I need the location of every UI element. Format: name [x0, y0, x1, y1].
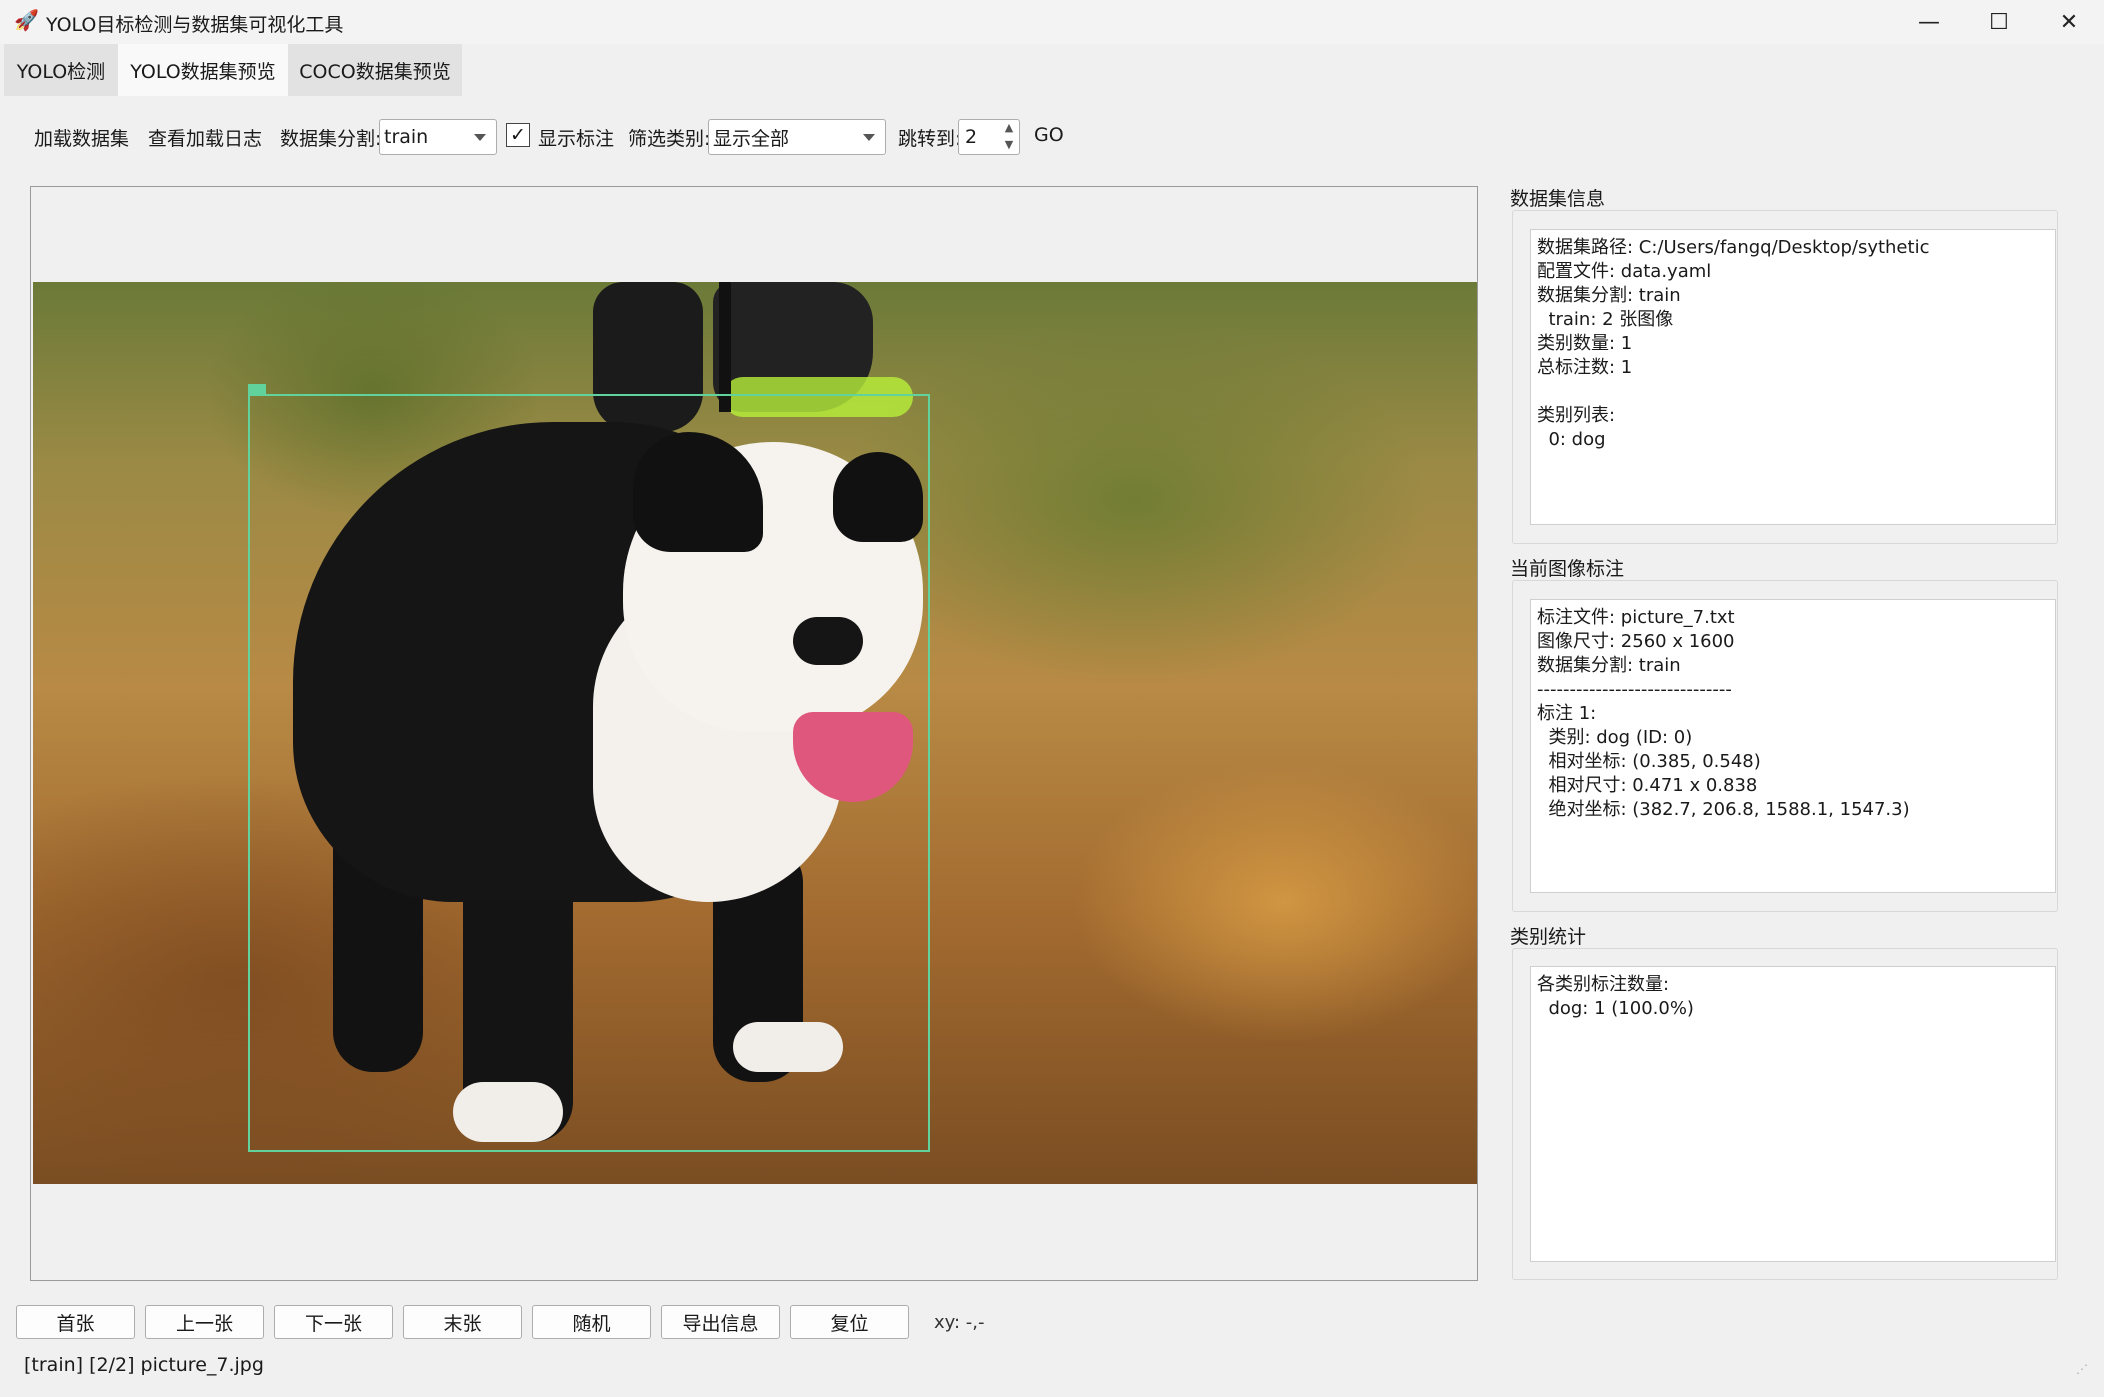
first-image-button[interactable]: 首张: [16, 1305, 135, 1339]
image-canvas[interactable]: [30, 186, 1478, 1281]
last-image-button[interactable]: 末张: [403, 1305, 522, 1339]
text-line: 类别: dog (ID: 0): [1537, 727, 1693, 748]
text-line: [1537, 380, 2049, 404]
export-info-button[interactable]: 导出信息: [661, 1305, 780, 1339]
spin-down-icon[interactable]: ▼: [1000, 138, 1018, 153]
reset-button[interactable]: 复位: [790, 1305, 909, 1339]
text-line: 数据集分割: train: [1537, 285, 1681, 306]
text-line: 0: dog: [1537, 429, 1606, 450]
annotation-class-tag: [248, 384, 266, 394]
split-select[interactable]: train: [379, 119, 497, 155]
text-line: 数据集路径: C:/Users/fangq/Desktop/sythetic: [1537, 237, 1930, 258]
text-line: 类别列表:: [1537, 405, 1616, 426]
annotation-bounding-box: [248, 394, 930, 1152]
text-line: 配置文件: data.yaml: [1537, 261, 1712, 282]
resize-grip-icon[interactable]: ⋰: [2076, 1362, 2096, 1382]
maximize-button[interactable]: ☐: [1964, 0, 2034, 44]
class-stats-title: 类别统计: [1510, 926, 1587, 948]
split-select-value: train: [384, 126, 429, 148]
text-line: ------------------------------: [1537, 679, 1732, 700]
class-stats-text[interactable]: 各类别标注数量: dog: 1 (100.0%): [1530, 966, 2056, 1262]
text-line: 绝对坐标: (382.7, 206.8, 1588.1, 1547.3): [1537, 799, 1910, 820]
close-button[interactable]: ✕: [2034, 0, 2104, 44]
random-image-button[interactable]: 随机: [532, 1305, 651, 1339]
status-text: [train] [2/2] picture_7.jpg: [24, 1354, 264, 1376]
current-annotation-title: 当前图像标注: [1510, 558, 1625, 580]
spin-up-icon[interactable]: ▲: [1000, 121, 1018, 136]
text-line: dog: 1 (100.0%): [1537, 998, 1694, 1019]
text-line: 各类别标注数量:: [1537, 974, 1670, 995]
filter-label: 筛选类别:: [628, 128, 711, 150]
prev-image-button[interactable]: 上一张: [145, 1305, 264, 1339]
photo-leash: [719, 282, 731, 412]
next-image-button[interactable]: 下一张: [274, 1305, 393, 1339]
filter-class-value: 显示全部: [713, 127, 790, 150]
window-title: YOLO目标检测与数据集可视化工具: [46, 14, 344, 36]
dataset-info-text[interactable]: 数据集路径: C:/Users/fangq/Desktop/sythetic 配置…: [1530, 229, 2056, 525]
text-line: 标注 1:: [1537, 703, 1597, 724]
chevron-down-icon: [474, 134, 486, 141]
show-annotations-label: 显示标注: [538, 128, 615, 150]
text-line: 图像尺寸: 2560 x 1600: [1537, 631, 1735, 652]
filter-class-select[interactable]: 显示全部: [708, 119, 886, 155]
jump-label: 跳转到:: [898, 128, 962, 150]
chevron-down-icon: [863, 134, 875, 141]
tab-coco-dataset-preview[interactable]: COCO数据集预览: [288, 44, 462, 96]
split-label: 数据集分割:: [280, 128, 382, 150]
tab-yolo-dataset-preview[interactable]: YOLO数据集预览: [118, 44, 288, 96]
text-line: 类别数量: 1: [1537, 333, 1633, 354]
text-line: 相对坐标: (0.385, 0.548): [1537, 751, 1761, 772]
tab-yolo-detect[interactable]: YOLO检测: [4, 44, 118, 96]
jump-spinbox-value: 2: [965, 126, 978, 148]
xy-readout: xy: -,-: [934, 1312, 985, 1333]
go-button[interactable]: GO: [1034, 124, 1064, 146]
minimize-button[interactable]: —: [1894, 0, 1964, 44]
show-annotations-checkbox[interactable]: ✓: [506, 123, 530, 147]
text-line: 数据集分割: train: [1537, 655, 1681, 676]
dataset-info-title: 数据集信息: [1510, 188, 1606, 210]
text-line: train: 2 张图像: [1537, 309, 1674, 330]
load-dataset-button[interactable]: 加载数据集: [34, 124, 129, 151]
rocket-icon: 🚀: [14, 8, 39, 32]
text-line: 标注文件: picture_7.txt: [1537, 607, 1735, 628]
view-log-button[interactable]: 查看加载日志: [148, 124, 262, 151]
dataset-image: [33, 282, 1477, 1184]
current-annotation-text[interactable]: 标注文件: picture_7.txt 图像尺寸: 2560 x 1600 数据集分…: [1530, 599, 2056, 893]
text-line: 相对尺寸: 0.471 x 0.838: [1537, 775, 1758, 796]
text-line: 总标注数: 1: [1537, 357, 1633, 378]
